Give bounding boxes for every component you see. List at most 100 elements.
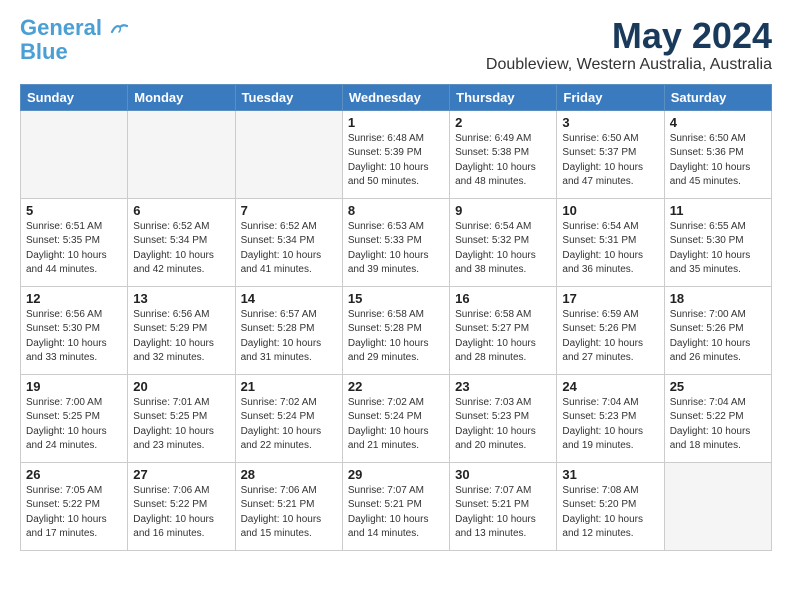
day-info: Sunrise: 7:06 AM Sunset: 5:21 PM Dayligh… xyxy=(241,484,337,542)
calendar-cell: 8Sunrise: 6:53 AM Sunset: 5:33 PM Daylig… xyxy=(342,198,449,286)
calendar-cell: 11Sunrise: 6:55 AM Sunset: 5:30 PM Dayli… xyxy=(664,198,771,286)
week-row-3: 12 Sunrise: 6:56 AM Sunset: 5:30 PM Dayli… xyxy=(21,286,772,374)
day-number: 1 xyxy=(348,115,444,130)
calendar-cell: 6 Sunrise: 6:52 AM Sunset: 5:34 PM Daylig… xyxy=(128,198,235,286)
day-number: 4 xyxy=(670,115,766,130)
calendar-cell: 15 Sunrise: 6:58 AM Sunset: 5:28 PM Dayli… xyxy=(342,286,449,374)
day-number: 9 xyxy=(455,203,551,218)
day-info: Sunrise: 7:06 AM Sunset: 5:22 PM Dayligh… xyxy=(133,484,229,542)
day-info: Sunrise: 7:00 AM Sunset: 5:25 PM Dayligh… xyxy=(26,396,122,454)
calendar-cell: 12 Sunrise: 6:56 AM Sunset: 5:30 PM Dayli… xyxy=(21,286,128,374)
week-row-2: 5 Sunrise: 6:51 AM Sunset: 5:35 PM Daylig… xyxy=(21,198,772,286)
day-info: Sunrise: 7:02 AM Sunset: 5:24 PM Dayligh… xyxy=(348,396,444,454)
calendar-cell: 22 Sunrise: 7:02 AM Sunset: 5:24 PM Dayli… xyxy=(342,374,449,462)
day-number: 6 xyxy=(133,203,229,218)
day-number: 13 xyxy=(133,291,229,306)
day-info: Sunrise: 6:51 AM Sunset: 5:35 PM Dayligh… xyxy=(26,220,122,278)
day-header-monday: Monday xyxy=(128,84,235,110)
day-number: 15 xyxy=(348,291,444,306)
day-header-thursday: Thursday xyxy=(450,84,557,110)
day-header-wednesday: Wednesday xyxy=(342,84,449,110)
day-number: 30 xyxy=(455,467,551,482)
day-info: Sunrise: 6:48 AM Sunset: 5:39 PM Dayligh… xyxy=(348,132,444,190)
day-number: 10 xyxy=(562,203,658,218)
day-number: 19 xyxy=(26,379,122,394)
calendar-cell: 25 Sunrise: 7:04 AM Sunset: 5:22 PM Dayli… xyxy=(664,374,771,462)
day-number: 5 xyxy=(26,203,122,218)
calendar-cell: 4Sunrise: 6:50 AM Sunset: 5:36 PM Daylig… xyxy=(664,110,771,198)
day-info: Sunrise: 6:52 AM Sunset: 5:34 PM Dayligh… xyxy=(133,220,229,278)
month-title: May 2024 xyxy=(486,16,772,56)
day-number: 24 xyxy=(562,379,658,394)
day-info: Sunrise: 6:54 AM Sunset: 5:31 PM Dayligh… xyxy=(562,220,658,278)
calendar-cell: 24Sunrise: 7:04 AM Sunset: 5:23 PM Dayli… xyxy=(557,374,664,462)
day-info: Sunrise: 6:52 AM Sunset: 5:34 PM Dayligh… xyxy=(241,220,337,278)
header-row: SundayMondayTuesdayWednesdayThursdayFrid… xyxy=(21,84,772,110)
day-info: Sunrise: 6:50 AM Sunset: 5:37 PM Dayligh… xyxy=(562,132,658,190)
day-number: 2 xyxy=(455,115,551,130)
calendar-cell: 9 Sunrise: 6:54 AM Sunset: 5:32 PM Daylig… xyxy=(450,198,557,286)
logo-text: General xyxy=(20,16,128,40)
day-number: 14 xyxy=(241,291,337,306)
day-info: Sunrise: 6:57 AM Sunset: 5:28 PM Dayligh… xyxy=(241,308,337,366)
calendar-cell: 7 Sunrise: 6:52 AM Sunset: 5:34 PM Daylig… xyxy=(235,198,342,286)
calendar-cell: 17Sunrise: 6:59 AM Sunset: 5:26 PM Dayli… xyxy=(557,286,664,374)
day-header-friday: Friday xyxy=(557,84,664,110)
calendar-cell: 26 Sunrise: 7:05 AM Sunset: 5:22 PM Dayli… xyxy=(21,462,128,550)
day-number: 29 xyxy=(348,467,444,482)
calendar-table: SundayMondayTuesdayWednesdayThursdayFrid… xyxy=(20,84,772,551)
logo: General Blue xyxy=(20,16,128,64)
logo-bird-icon xyxy=(110,22,128,36)
day-number: 11 xyxy=(670,203,766,218)
calendar-cell: 1 Sunrise: 6:48 AM Sunset: 5:39 PM Daylig… xyxy=(342,110,449,198)
calendar-cell xyxy=(664,462,771,550)
day-number: 28 xyxy=(241,467,337,482)
day-info: Sunrise: 6:56 AM Sunset: 5:30 PM Dayligh… xyxy=(26,308,122,366)
day-number: 3 xyxy=(562,115,658,130)
day-info: Sunrise: 6:58 AM Sunset: 5:27 PM Dayligh… xyxy=(455,308,551,366)
day-info: Sunrise: 6:56 AM Sunset: 5:29 PM Dayligh… xyxy=(133,308,229,366)
calendar-cell: 30Sunrise: 7:07 AM Sunset: 5:21 PM Dayli… xyxy=(450,462,557,550)
day-number: 20 xyxy=(133,379,229,394)
day-info: Sunrise: 7:00 AM Sunset: 5:26 PM Dayligh… xyxy=(670,308,766,366)
calendar-cell: 29Sunrise: 7:07 AM Sunset: 5:21 PM Dayli… xyxy=(342,462,449,550)
calendar-cell xyxy=(128,110,235,198)
title-area: May 2024 Doubleview, Western Australia, … xyxy=(486,16,772,74)
calendar-cell: 18Sunrise: 7:00 AM Sunset: 5:26 PM Dayli… xyxy=(664,286,771,374)
location-subtitle: Doubleview, Western Australia, Australia xyxy=(486,56,772,74)
header: General Blue May 2024 Doubleview, Wester… xyxy=(20,16,772,74)
day-info: Sunrise: 7:03 AM Sunset: 5:23 PM Dayligh… xyxy=(455,396,551,454)
day-info: Sunrise: 6:53 AM Sunset: 5:33 PM Dayligh… xyxy=(348,220,444,278)
day-number: 16 xyxy=(455,291,551,306)
day-number: 25 xyxy=(670,379,766,394)
calendar-cell: 3 Sunrise: 6:50 AM Sunset: 5:37 PM Daylig… xyxy=(557,110,664,198)
day-info: Sunrise: 7:08 AM Sunset: 5:20 PM Dayligh… xyxy=(562,484,658,542)
week-row-4: 19 Sunrise: 7:00 AM Sunset: 5:25 PM Dayli… xyxy=(21,374,772,462)
day-info: Sunrise: 7:04 AM Sunset: 5:22 PM Dayligh… xyxy=(670,396,766,454)
calendar-cell: 16 Sunrise: 6:58 AM Sunset: 5:27 PM Dayli… xyxy=(450,286,557,374)
day-number: 22 xyxy=(348,379,444,394)
day-number: 26 xyxy=(26,467,122,482)
day-header-tuesday: Tuesday xyxy=(235,84,342,110)
day-header-saturday: Saturday xyxy=(664,84,771,110)
calendar-cell: 23 Sunrise: 7:03 AM Sunset: 5:23 PM Dayli… xyxy=(450,374,557,462)
day-number: 7 xyxy=(241,203,337,218)
day-number: 23 xyxy=(455,379,551,394)
calendar-cell: 31Sunrise: 7:08 AM Sunset: 5:20 PM Dayli… xyxy=(557,462,664,550)
day-number: 12 xyxy=(26,291,122,306)
calendar-cell: 5 Sunrise: 6:51 AM Sunset: 5:35 PM Daylig… xyxy=(21,198,128,286)
day-number: 27 xyxy=(133,467,229,482)
calendar-cell: 13 Sunrise: 6:56 AM Sunset: 5:29 PM Dayli… xyxy=(128,286,235,374)
day-info: Sunrise: 7:01 AM Sunset: 5:25 PM Dayligh… xyxy=(133,396,229,454)
logo-blue: Blue xyxy=(20,40,68,64)
day-info: Sunrise: 7:05 AM Sunset: 5:22 PM Dayligh… xyxy=(26,484,122,542)
day-header-sunday: Sunday xyxy=(21,84,128,110)
calendar-cell: 27 Sunrise: 7:06 AM Sunset: 5:22 PM Dayli… xyxy=(128,462,235,550)
week-row-1: 1 Sunrise: 6:48 AM Sunset: 5:39 PM Daylig… xyxy=(21,110,772,198)
day-info: Sunrise: 6:58 AM Sunset: 5:28 PM Dayligh… xyxy=(348,308,444,366)
calendar-cell xyxy=(21,110,128,198)
calendar-cell: 19 Sunrise: 7:00 AM Sunset: 5:25 PM Dayli… xyxy=(21,374,128,462)
day-info: Sunrise: 6:49 AM Sunset: 5:38 PM Dayligh… xyxy=(455,132,551,190)
calendar-cell: 28 Sunrise: 7:06 AM Sunset: 5:21 PM Dayli… xyxy=(235,462,342,550)
day-info: Sunrise: 6:54 AM Sunset: 5:32 PM Dayligh… xyxy=(455,220,551,278)
